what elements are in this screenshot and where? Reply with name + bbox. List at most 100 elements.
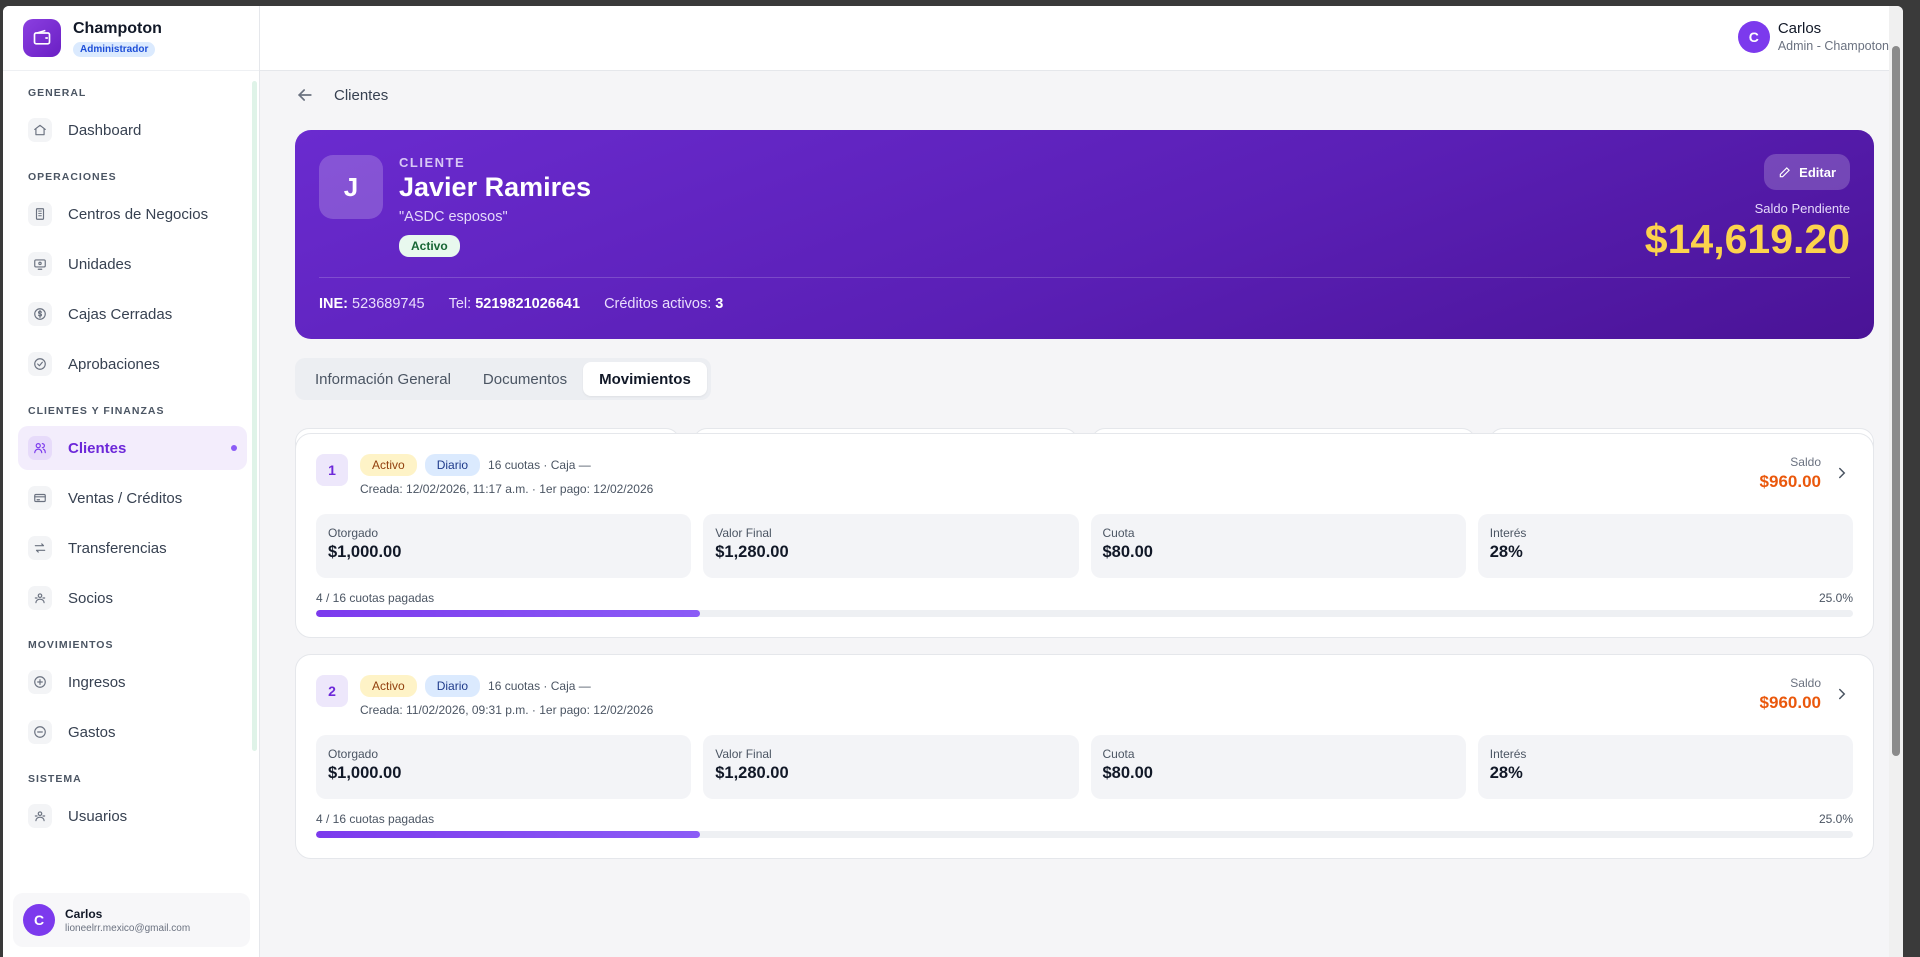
figure-otorgado: Otorgado $1,000.00 [316, 735, 692, 799]
ine-value: 523689745 [352, 296, 425, 312]
sidebar-item-clientes[interactable]: Clientes [18, 426, 247, 470]
sidebar-item-label: Socios [68, 589, 114, 607]
credit-card[interactable]: 2 Activo Diario 16 cuotas · Caja — Creada: 1… [295, 654, 1874, 859]
progress-percent: 25.0% [1818, 812, 1853, 826]
progress-label: 4 / 16 cuotas pagadas [316, 812, 435, 826]
sidebar-item-label: Aprobaciones [68, 355, 160, 373]
sidebar-item-ingresos[interactable]: Ingresos [18, 660, 247, 704]
page-scrollbar-thumb[interactable] [1892, 46, 1900, 756]
client-ine: INE: 523689745 [319, 296, 425, 312]
client-tel: Tel: 5219821026641 [449, 296, 580, 312]
frequency-badge: Diario [424, 454, 481, 476]
credit-badges: Activo Diario 16 cuotas · Caja — [360, 675, 591, 697]
progress-bar-fill [316, 831, 701, 838]
sidebar-item-gastos[interactable]: Gastos [18, 710, 247, 754]
edit-button[interactable]: Editar [1764, 154, 1850, 190]
users-icon [28, 436, 52, 460]
sidebar-item-socios[interactable]: Socios [18, 576, 247, 620]
tab-documentos[interactable]: Documentos [467, 362, 583, 396]
figure-label: Interés [1489, 747, 1527, 761]
minus-circle-icon [28, 720, 52, 744]
partners-icon [28, 586, 52, 610]
sidebar-item-centros-de-negocios[interactable]: Centros de Negocios [18, 192, 247, 236]
saldo-value: $960.00 [1759, 472, 1821, 491]
status-badge: Activo [360, 675, 417, 697]
sidebar-user-name: Carlos [65, 906, 103, 921]
client-avatar: J [319, 155, 383, 219]
figure-label: Otorgado [328, 526, 379, 540]
figure-value: $80.00 [1102, 543, 1153, 561]
sidebar-item-usuarios[interactable]: Usuarios [18, 794, 247, 838]
sidebar-item-cajas-cerradas[interactable]: Cajas Cerradas [18, 292, 247, 336]
figure-interes: Interés 28% [1477, 514, 1853, 578]
tab-informacion-general[interactable]: Información General [299, 362, 467, 396]
sidebar-item-unidades[interactable]: Unidades [18, 242, 247, 286]
breadcrumb-label[interactable]: Clientes [334, 87, 388, 104]
client-alias: "ASDC esposos" [399, 209, 508, 225]
sidebar-item-label: Cajas Cerradas [68, 305, 173, 323]
figure-cuota: Cuota $80.00 [1090, 735, 1466, 799]
credit-figures: Otorgado $1,000.00 Valor Final $1,280.00 Cuo… [316, 735, 1853, 799]
creditos-value: 3 [715, 296, 724, 312]
credit-badges: Activo Diario 16 cuotas · Caja — [360, 454, 591, 476]
tab-bar: Información General Documentos Movimientos [295, 358, 711, 400]
figure-label: Otorgado [328, 747, 379, 761]
progress-bar-fill [316, 610, 701, 617]
user-gear-icon [28, 804, 52, 828]
sidebar-item-label: Ingresos [68, 673, 126, 691]
figure-label: Valor Final [715, 526, 772, 540]
progress-percent: 25.0% [1818, 591, 1853, 605]
figure-interes: Interés 28% [1477, 735, 1853, 799]
figure-value: 28% [1489, 764, 1523, 782]
tab-movimientos[interactable]: Movimientos [583, 362, 707, 396]
top-user-menu[interactable]: C Carlos Admin - Champoton [1737, 20, 1889, 53]
saldo-value: $960.00 [1759, 693, 1821, 712]
nav-section-title: OPERACIONES [28, 171, 117, 183]
sidebar-item-label: Unidades [68, 255, 132, 273]
nav-section-title: MOVIMIENTOS [28, 639, 114, 651]
page-scrollbar[interactable] [1889, 6, 1903, 957]
sidebar-item-label: Ventas / Créditos [68, 489, 183, 507]
credit-info: 16 cuotas · Caja — [488, 679, 591, 693]
status-badge: Activo [399, 235, 460, 257]
figure-label: Cuota [1102, 747, 1135, 761]
credit-created: Creada: 12/02/2026, 11:17 a.m. · 1er pag… [360, 482, 654, 496]
brand[interactable]: Champoton Administrador [3, 6, 259, 71]
progress-bar [316, 610, 1853, 617]
credit-card-icon [28, 486, 52, 510]
sidebar-scrollbar[interactable] [252, 81, 257, 751]
sidebar-item-dashboard[interactable]: Dashboard [18, 108, 247, 152]
credit-figures: Otorgado $1,000.00 Valor Final $1,280.00 Cuo… [316, 514, 1853, 578]
building-icon [28, 202, 52, 226]
sidebar-item-transferencias[interactable]: Transferencias [18, 526, 247, 570]
nav-section-title: GENERAL [28, 87, 87, 99]
credit-number: 1 [316, 454, 348, 486]
app-name: Champoton [73, 19, 162, 37]
credit-card[interactable]: 1 Activo Diario 16 cuotas · Caja — Creada: 1… [295, 433, 1874, 638]
client-meta: INE: 523689745 Tel: 5219821026641 Crédit… [319, 296, 723, 312]
active-indicator-dot [231, 445, 237, 451]
top-user-name: Carlos [1777, 20, 1822, 37]
wallet-logo-icon [23, 19, 61, 57]
chevron-right-icon[interactable] [1833, 685, 1851, 708]
credit-number: 2 [316, 675, 348, 707]
sidebar-nav: GENERAL Dashboard OPERACIONES Centros de Ne… [3, 71, 259, 873]
nav-section-title: CLIENTES Y FINANZAS [28, 405, 165, 417]
back-arrow-icon[interactable] [295, 84, 317, 106]
figure-value: $1,280.00 [715, 764, 789, 782]
sidebar: Champoton Administrador GENERAL Dashboard… [3, 6, 260, 957]
client-creditos: Créditos activos: 3 [604, 296, 723, 312]
balance-value: $14,619.20 [1644, 216, 1850, 262]
progress-bar [316, 831, 1853, 838]
avatar: C [1737, 20, 1770, 53]
figure-value: $1,000.00 [328, 543, 402, 561]
sidebar-item-aprobaciones[interactable]: Aprobaciones [18, 342, 247, 386]
chevron-right-icon[interactable] [1833, 464, 1851, 487]
sidebar-item-ventas-creditos[interactable]: Ventas / Créditos [18, 476, 247, 520]
figure-valor-final: Valor Final $1,280.00 [703, 735, 1079, 799]
sidebar-user-card[interactable]: C Carlos lioneelrr.mexico@gmail.com [13, 893, 250, 947]
home-icon [28, 118, 52, 142]
plus-circle-icon [28, 670, 52, 694]
status-badge: Activo [360, 454, 417, 476]
frequency-badge: Diario [424, 675, 481, 697]
